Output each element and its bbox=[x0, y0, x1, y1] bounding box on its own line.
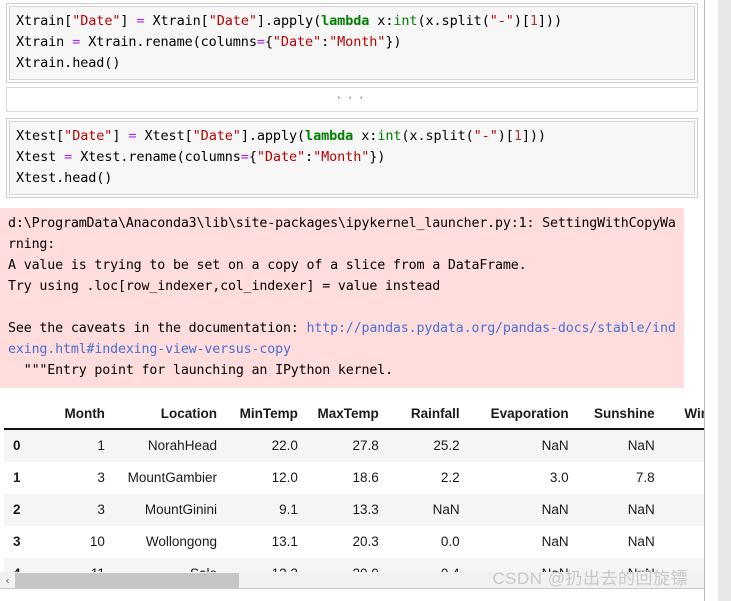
horizontal-scrollbar-thumb[interactable] bbox=[15, 573, 239, 588]
dataframe-index-header bbox=[4, 401, 44, 430]
table-cell: 27.8 bbox=[352, 438, 379, 453]
code-cell-xtest[interactable]: Xtest["Date"] = Xtest["Date"].apply(lamb… bbox=[6, 118, 698, 198]
table-cell: MountGambier bbox=[127, 470, 217, 485]
row-index-cell: 1 bbox=[13, 470, 21, 485]
table-cell: 13.3 bbox=[352, 502, 379, 517]
table-cell: SSW bbox=[664, 429, 704, 462]
dataframe-column-header: WindGustDir bbox=[663, 401, 704, 430]
page-bottom-edge bbox=[0, 588, 704, 601]
notebook-page: Xtrain["Date"] = Xtrain["Date"].apply(la… bbox=[0, 0, 705, 601]
table-cell: 3.0 bbox=[549, 470, 569, 485]
table-cell: 0.0 bbox=[440, 534, 460, 549]
dataframe-header: Month Location MinTemp MaxTemp Rainfall Evapo… bbox=[4, 401, 704, 430]
table-cell: 9.1 bbox=[279, 502, 298, 517]
row-index-cell: 3 bbox=[13, 534, 21, 549]
table-row: 2 3 MountGinini 9.1 13.3 NaN NaN NaN NE bbox=[4, 494, 704, 526]
table-cell: NaN bbox=[432, 502, 460, 517]
table-row: 3 10 Wollongong 13.1 20.3 0.0 NaN NaN SW bbox=[4, 526, 704, 558]
table-cell: 1 bbox=[97, 438, 105, 453]
row-index-cell: 0 bbox=[13, 438, 21, 453]
table-cell: 3 bbox=[97, 470, 105, 485]
warning-output-area: d:\ProgramData\Anaconda3\lib\site-packag… bbox=[0, 208, 684, 388]
table-cell: NaN bbox=[541, 534, 569, 549]
table-cell: SW bbox=[664, 526, 704, 558]
page-right-gutter bbox=[706, 0, 731, 601]
code-cell-xtrain[interactable]: Xtrain["Date"] = Xtrain["Date"].apply(la… bbox=[6, 3, 698, 83]
dataframe-output: Month Location MinTemp MaxTemp Rainfall Evapo… bbox=[0, 401, 704, 590]
table-cell: 20.3 bbox=[352, 534, 379, 549]
table-cell: NaN bbox=[541, 502, 569, 517]
vertical-scrollbar-track[interactable] bbox=[718, 0, 731, 601]
ellipsis-icon: ··· bbox=[335, 91, 369, 105]
table-cell: Wollongong bbox=[145, 534, 217, 549]
scroll-left-arrow-icon[interactable]: ‹ bbox=[0, 572, 15, 589]
table-cell: NorahHead bbox=[147, 438, 217, 453]
collapsed-cells-separator[interactable]: ··· bbox=[6, 87, 698, 112]
horizontal-scrollbar[interactable]: ‹ bbox=[0, 572, 704, 589]
dataframe-table: Month Location MinTemp MaxTemp Rainfall Evapo… bbox=[4, 401, 704, 590]
table-cell: 18.6 bbox=[352, 470, 379, 485]
table-cell: 22.0 bbox=[271, 438, 298, 453]
table-cell: SW bbox=[664, 462, 704, 494]
table-row: 1 3 MountGambier 12.0 18.6 2.2 3.0 7.8 SW bbox=[4, 462, 704, 494]
dataframe-column-header: Rainfall bbox=[387, 401, 469, 430]
table-cell: NaN bbox=[627, 438, 655, 453]
row-index-cell: 2 bbox=[13, 502, 21, 517]
table-row: 0 1 NorahHead 22.0 27.8 25.2 NaN NaN SSW bbox=[4, 429, 704, 462]
table-cell: 7.8 bbox=[635, 470, 655, 485]
table-cell: NaN bbox=[541, 438, 569, 453]
dataframe-column-header: Sunshine bbox=[577, 401, 664, 430]
code-cell-xtrain-editor[interactable]: Xtrain["Date"] = Xtrain["Date"].apply(la… bbox=[9, 6, 695, 80]
table-cell: 25.2 bbox=[433, 438, 460, 453]
code-text-xtrain: Xtrain["Date"] = Xtrain["Date"].apply(la… bbox=[16, 13, 562, 71]
table-cell: 12.0 bbox=[271, 470, 298, 485]
dataframe-header-row: Month Location MinTemp MaxTemp Rainfall Evapo… bbox=[4, 401, 704, 430]
table-cell: 13.1 bbox=[271, 534, 298, 549]
table-cell: NaN bbox=[627, 534, 655, 549]
dataframe-column-header: Month bbox=[43, 401, 114, 430]
table-cell: MountGinini bbox=[144, 502, 217, 517]
table-cell: 3 bbox=[97, 502, 105, 517]
table-cell: 2.2 bbox=[440, 470, 460, 485]
table-cell: NE bbox=[664, 494, 704, 526]
dataframe-column-header: MaxTemp bbox=[306, 401, 388, 430]
dataframe-column-header: Location bbox=[113, 401, 226, 430]
code-text-xtest: Xtest["Date"] = Xtest["Date"].apply(lamb… bbox=[16, 128, 546, 186]
table-cell: 10 bbox=[89, 534, 105, 549]
dataframe-body: 01NorahHead22.027.825.2NaNNaNSSW13MountG… bbox=[4, 429, 704, 590]
code-cell-xtest-editor[interactable]: Xtest["Date"] = Xtest["Date"].apply(lamb… bbox=[9, 121, 695, 195]
setting-with-copy-warning-text: d:\ProgramData\Anaconda3\lib\site-packag… bbox=[8, 216, 676, 378]
dataframe-column-header: Evaporation bbox=[468, 401, 578, 430]
table-cell: NaN bbox=[627, 502, 655, 517]
dataframe-column-header: MinTemp bbox=[225, 401, 307, 430]
